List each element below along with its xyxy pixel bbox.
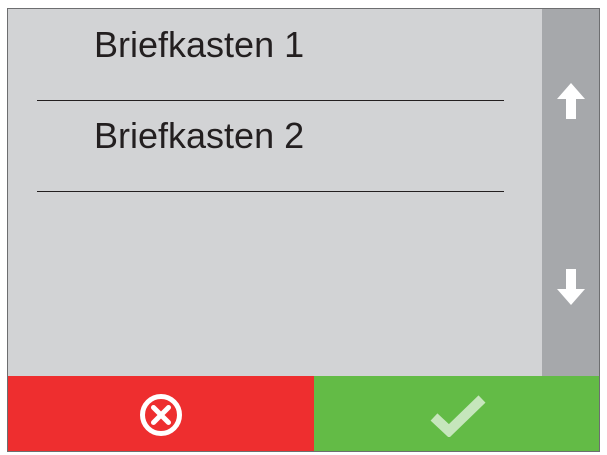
- list-item-label: Briefkasten 2: [94, 115, 305, 156]
- list-item-mailbox-2[interactable]: Briefkasten 2: [8, 100, 542, 192]
- confirm-button[interactable]: [314, 376, 599, 451]
- list-item-mailbox-1[interactable]: Briefkasten 1: [8, 9, 542, 101]
- mailbox-selection-screen: Briefkasten 1 Briefkasten 2: [7, 8, 600, 452]
- cancel-button[interactable]: [8, 376, 314, 451]
- scrollbar[interactable]: [542, 9, 599, 376]
- arrow-up-icon[interactable]: [557, 83, 585, 119]
- checkmark-icon: [430, 394, 485, 437]
- mailbox-list: Briefkasten 1 Briefkasten 2: [8, 9, 542, 376]
- action-bar: [8, 376, 599, 451]
- divider: [37, 191, 504, 192]
- close-circle-icon: [140, 393, 182, 436]
- arrow-down-icon[interactable]: [557, 269, 585, 305]
- list-item-label: Briefkasten 1: [94, 24, 305, 65]
